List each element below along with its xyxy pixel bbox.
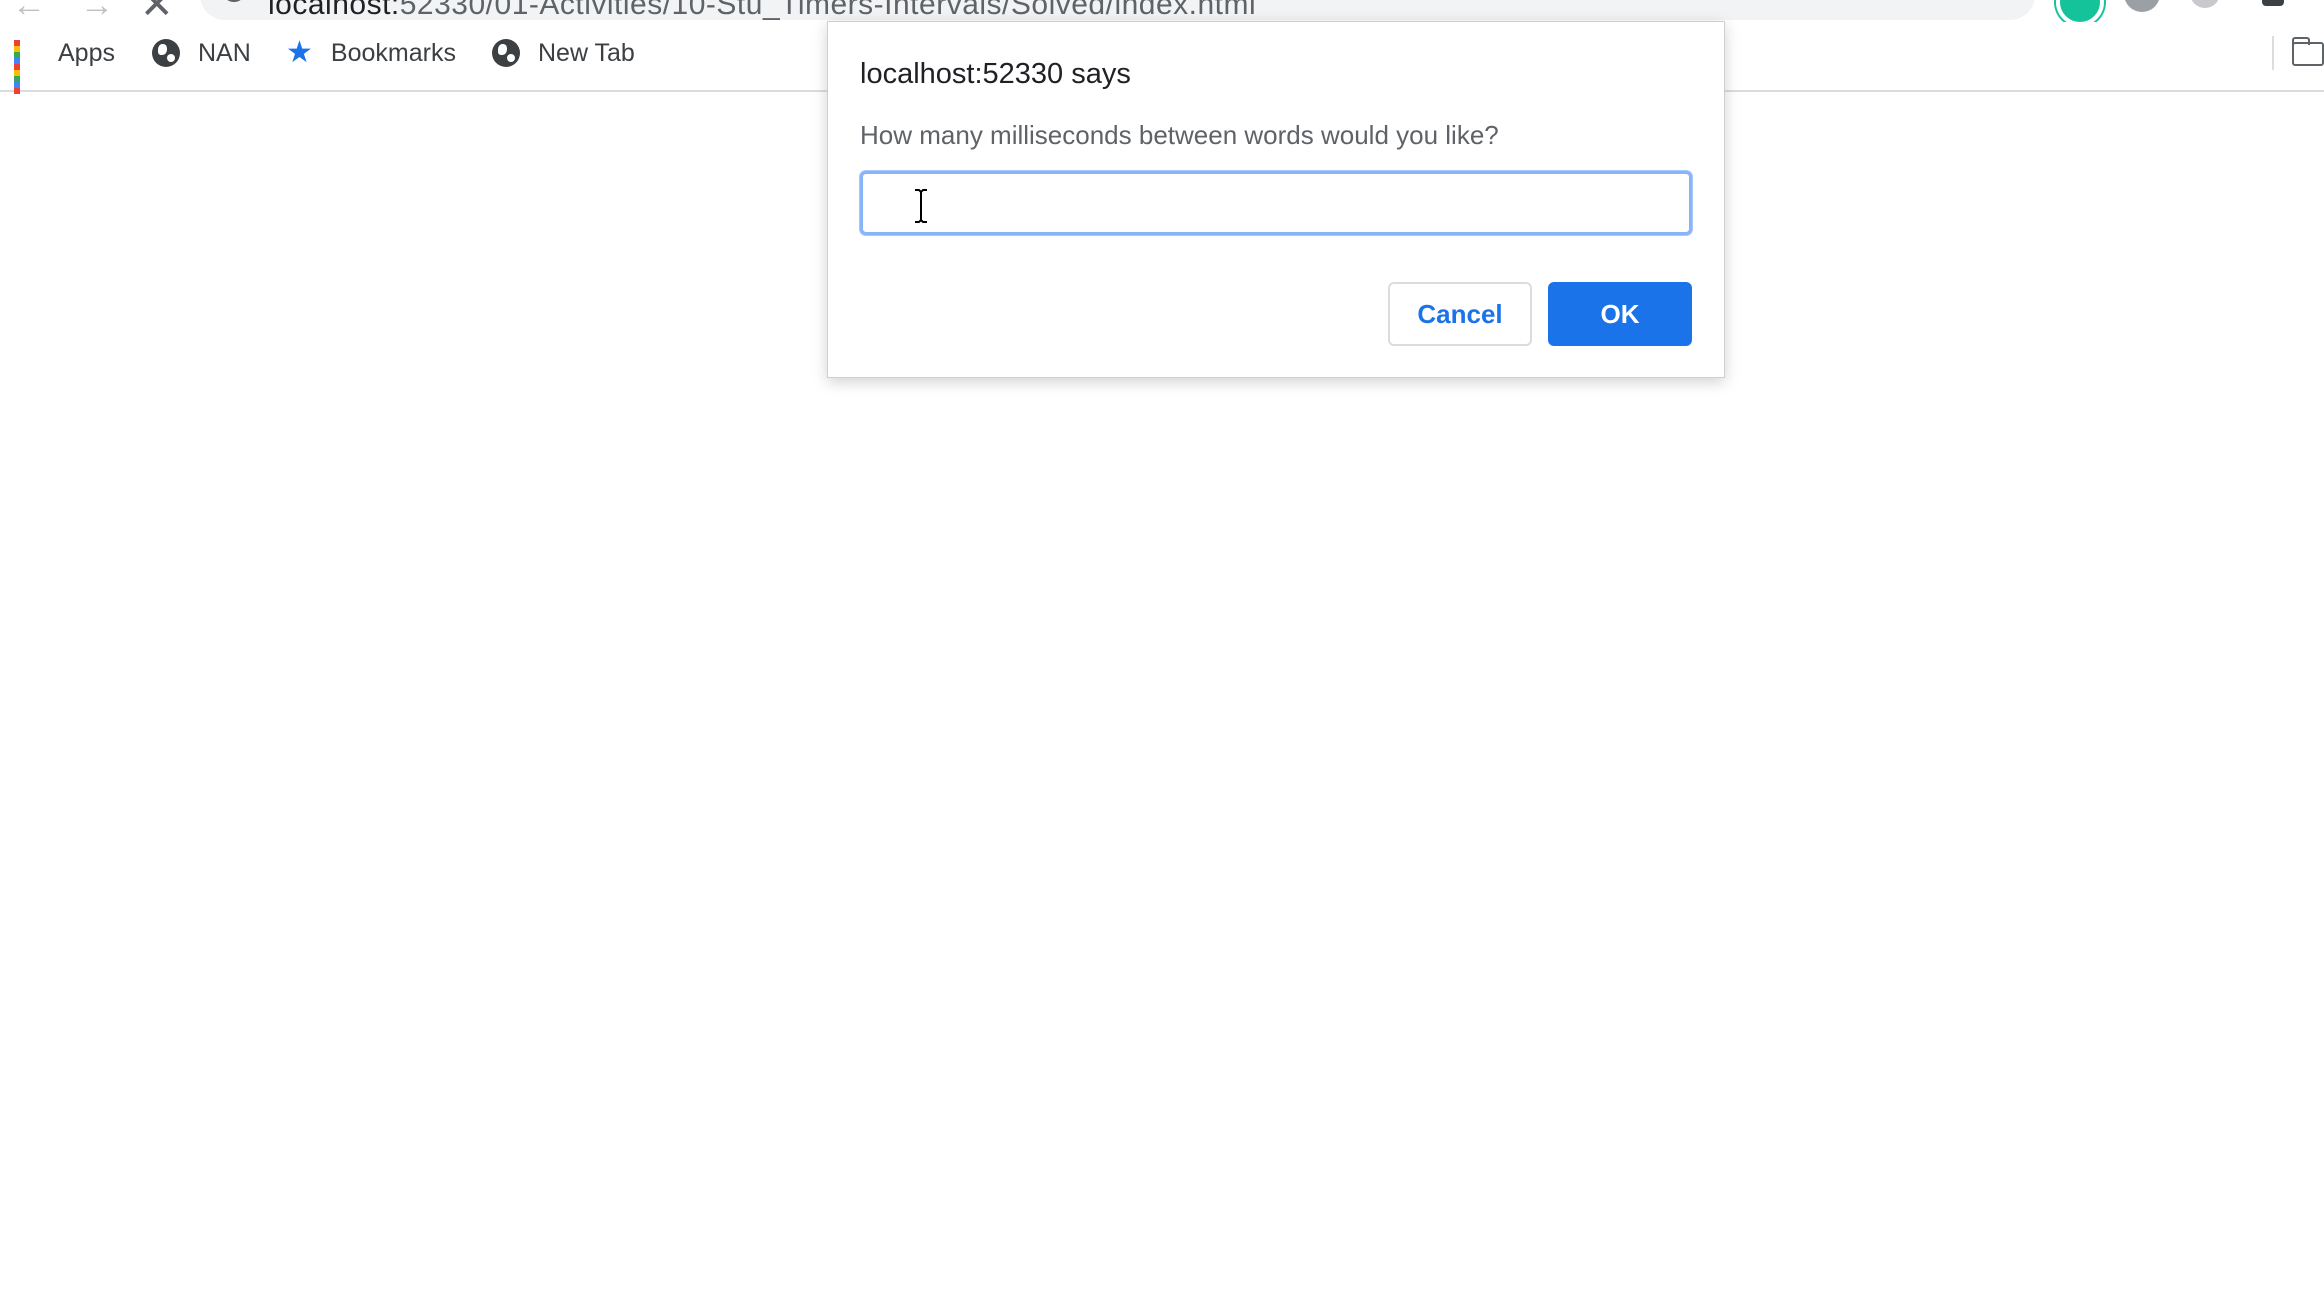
- menu-icon[interactable]: [2262, 0, 2284, 6]
- globe-icon: [152, 39, 180, 67]
- profile-avatar-icon[interactable]: [2190, 0, 2220, 8]
- url-path: 52330/01-Activities/10-Stu_Timers-Interv…: [399, 0, 1257, 21]
- prompt-dialog: localhost:52330 says How many millisecon…: [827, 21, 1725, 378]
- forward-arrow-icon[interactable]: →: [80, 0, 114, 22]
- apps-grid-icon: [14, 40, 40, 94]
- grammarly-extension-icon[interactable]: [2056, 0, 2104, 22]
- bookmark-new-tab[interactable]: New Tab: [492, 34, 635, 72]
- bookmark-label: NAN: [198, 38, 251, 67]
- bookmark-label: New Tab: [538, 38, 635, 67]
- browser-toolbar: ← → ✕ localhost:52330/01-Activities/10-S…: [0, 0, 2324, 22]
- url-host: localhost:: [268, 0, 400, 21]
- extension-icon[interactable]: [2124, 0, 2160, 12]
- star-icon: ★: [286, 36, 313, 69]
- cancel-button[interactable]: Cancel: [1388, 282, 1532, 346]
- bookmark-apps[interactable]: Apps: [14, 34, 115, 94]
- back-arrow-icon[interactable]: ←: [12, 0, 46, 22]
- text-cursor-icon: [915, 189, 927, 223]
- globe-icon: [492, 39, 520, 67]
- address-bar[interactable]: localhost:52330/01-Activities/10-Stu_Tim…: [200, 0, 2035, 22]
- ok-button[interactable]: OK: [1548, 282, 1692, 346]
- bookmark-label: Bookmarks: [330, 38, 456, 67]
- stop-loading-icon[interactable]: ✕: [140, 0, 174, 22]
- bookmark-bookmarks[interactable]: ★ Bookmarks: [286, 34, 456, 72]
- dialog-title: localhost:52330 says: [860, 58, 1131, 90]
- other-bookmarks-folder-icon[interactable]: [2292, 37, 2324, 66]
- bookmarks-divider: [2272, 36, 2274, 70]
- prompt-input[interactable]: [860, 171, 1692, 235]
- bookmark-label: Apps: [58, 38, 115, 67]
- address-bar-url: localhost:52330/01-Activities/10-Stu_Tim…: [268, 0, 1256, 22]
- dialog-message: How many milliseconds between words woul…: [860, 120, 1499, 150]
- site-info-icon[interactable]: [222, 0, 246, 2]
- bookmark-nan[interactable]: NAN: [152, 34, 251, 72]
